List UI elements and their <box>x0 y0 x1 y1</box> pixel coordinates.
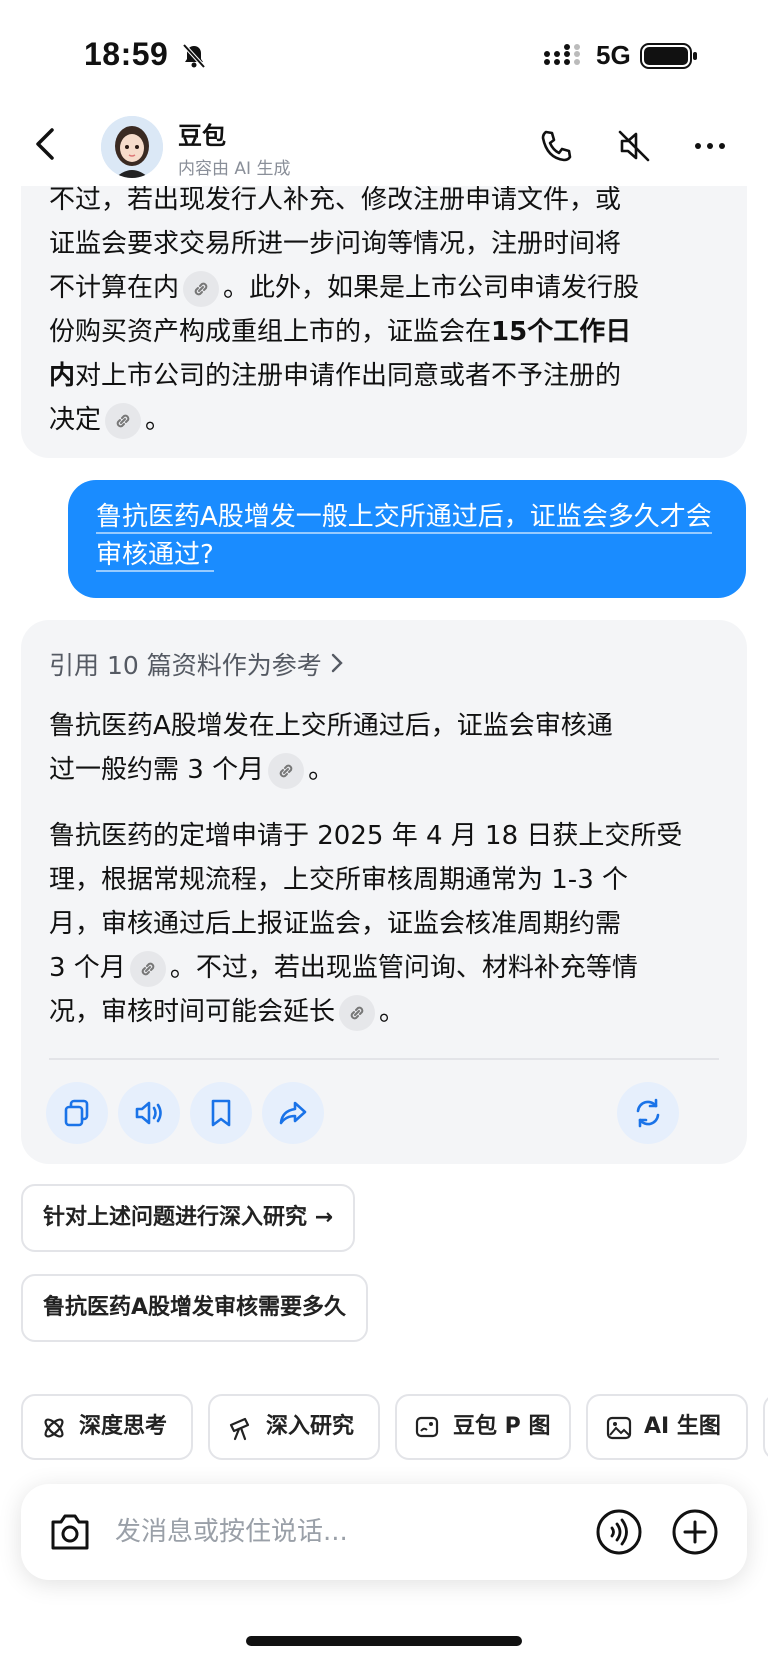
chip-photo-edit[interactable]: 豆包 P 图 <box>395 1394 571 1460</box>
chat-header: 豆包 内容由 AI 生成 <box>0 110 768 186</box>
chip-more[interactable] <box>763 1394 768 1460</box>
bold-text: 15个工作日 <box>491 317 632 347</box>
text-line: 况，审核时间可能会延长 。 <box>49 990 729 1034</box>
text-line: 份购买资产构成重组上市的，证监会在15个工作日 <box>49 310 729 354</box>
back-arrow-icon[interactable] <box>30 124 62 164</box>
text-span: 对上市公司的注册申请作出同意或者不予注册的 <box>75 361 622 391</box>
avatar[interactable] <box>101 116 163 178</box>
text-line: 月，审核通过后上报证监会，证监会核准周期约需 <box>49 909 622 939</box>
user-message-text[interactable]: 鲁抗医药A股增发一般上交所通过后，证监会多久才会审核通过? <box>96 498 726 574</box>
text-line: 不计算在内 。此外，如果是上市公司申请发行股 <box>49 266 729 310</box>
regenerate-button[interactable] <box>617 1082 679 1144</box>
bot-subtitle: 内容由 AI 生成 <box>178 159 291 179</box>
message-input[interactable] <box>115 1510 545 1554</box>
text-span: 。此外，如果是上市公司申请发行股 <box>223 273 640 303</box>
text-span: 过一般约需 3 个月 <box>49 755 265 785</box>
text-line: 鲁抗医药的定增申请于 2025 年 4 月 18 日获上交所受 <box>49 821 683 851</box>
ai-message-bubble: 不过，若出现发行人补充、修改注册申请文件，或 证监会要求交易所进一步问询等情况，… <box>21 150 747 458</box>
signal-icon <box>544 44 580 65</box>
voice-icon[interactable] <box>595 1508 643 1556</box>
bookmark-button[interactable] <box>190 1082 252 1144</box>
text-span: 。 <box>379 997 406 1027</box>
references-link[interactable]: 引用 10 篇资料作为参考 <box>49 646 344 682</box>
atom-icon <box>44 1418 64 1438</box>
chip-label: 豆包 P 图 <box>453 1414 551 1439</box>
answer-paragraph-1: 鲁抗医药A股增发在上交所通过后，证监会审核通 过一般约需 3 个月 。 <box>49 704 729 792</box>
text-line: 过一般约需 3 个月 。 <box>49 748 729 792</box>
source-link-icon[interactable] <box>105 402 142 439</box>
message-composer <box>21 1484 747 1580</box>
phone-icon[interactable] <box>536 126 576 166</box>
chip-deep-research[interactable]: 深入研究 <box>208 1394 380 1460</box>
share-button[interactable] <box>262 1082 324 1144</box>
read-aloud-button[interactable] <box>118 1082 180 1144</box>
tool-chips: 深度思考 深入研究 豆包 P 图 AI 生图 <box>21 1394 768 1462</box>
chip-deep-thinking[interactable]: 深度思考 <box>21 1394 193 1460</box>
battery-icon <box>640 43 697 69</box>
bold-text: 内 <box>49 361 76 391</box>
chevron-right-icon <box>331 653 343 673</box>
text-line: 内对上市公司的注册申请作出同意或者不予注册的 <box>49 354 729 398</box>
bell-off-icon <box>182 43 206 69</box>
share-icon <box>279 1101 307 1125</box>
chip-ai-image[interactable]: AI 生图 <box>586 1394 748 1460</box>
suggestion-deep-research[interactable]: 针对上述问题进行深入研究 → <box>21 1184 356 1252</box>
text-span: 不计算在内 <box>49 273 180 303</box>
chip-label: AI 生图 <box>644 1414 721 1439</box>
chip-label: 深度思考 <box>79 1414 168 1439</box>
references-label: 引用 10 篇资料作为参考 <box>49 651 322 680</box>
text-line: 证监会要求交易所进一步问询等情况，注册时间将 <box>49 229 622 259</box>
text-span: 3 个月 <box>49 953 126 983</box>
status-bar: 18:59 5G <box>0 0 768 110</box>
speaker-muted-icon[interactable] <box>614 126 654 166</box>
suggestion-question[interactable]: 鲁抗医药A股增发审核需要多久 <box>21 1274 369 1342</box>
source-link-icon[interactable] <box>339 994 376 1031</box>
copy-icon <box>64 1099 89 1127</box>
status-time: 18:59 <box>84 36 169 72</box>
text-line: 理，根据常规流程，上交所审核周期通常为 1-3 个 <box>49 865 628 895</box>
telescope-icon <box>229 1417 250 1441</box>
image-edit-icon <box>415 1416 439 1438</box>
text-span: 况，审核时间可能会延长 <box>49 997 336 1027</box>
text-span: 。 <box>308 755 335 785</box>
speaker-icon <box>135 1101 162 1125</box>
text-span: 份购买资产构成重组上市的，证监会在 <box>49 317 492 347</box>
divider <box>49 1058 719 1060</box>
text-span: 决定 <box>49 405 102 435</box>
plus-icon[interactable] <box>671 1508 719 1556</box>
copy-button[interactable] <box>46 1082 108 1144</box>
bot-name: 豆包 <box>178 122 226 150</box>
source-link-icon[interactable] <box>129 950 166 987</box>
image-icon <box>606 1416 632 1440</box>
chip-label: 深入研究 <box>266 1414 355 1439</box>
text-line: 鲁抗医药A股增发在上交所通过后，证监会审核通 <box>49 711 613 741</box>
refresh-icon <box>636 1098 660 1128</box>
text-line: 3 个月 。不过，若出现监管问询、材料补充等情 <box>49 946 729 990</box>
camera-icon[interactable] <box>47 1510 93 1554</box>
ai-message-text: 不过，若出现发行人补充、修改注册申请文件，或 证监会要求交易所进一步问询等情况，… <box>49 178 729 442</box>
text-span: 。不过，若出现监管问询、材料补充等情 <box>169 953 638 983</box>
network-label: 5G <box>596 40 631 70</box>
text-span: 。 <box>145 405 172 435</box>
more-icon[interactable] <box>690 126 730 166</box>
ai-answer-bubble: 引用 10 篇资料作为参考 鲁抗医药A股增发在上交所通过后，证监会审核通 过一般… <box>21 620 747 1164</box>
source-link-icon[interactable] <box>183 270 220 307</box>
home-indicator <box>246 1636 522 1646</box>
user-message-bubble: 鲁抗医药A股增发一般上交所通过后，证监会多久才会审核通过? <box>68 480 746 598</box>
user-message-span: 鲁抗医药A股增发一般上交所通过后，证监会多久才会审核通过? <box>96 502 712 572</box>
source-link-icon[interactable] <box>268 752 305 789</box>
bookmark-icon <box>211 1099 231 1127</box>
answer-paragraph-2: 鲁抗医药的定增申请于 2025 年 4 月 18 日获上交所受 理，根据常规流程… <box>49 814 729 1034</box>
text-line: 决定 。 <box>49 398 729 442</box>
